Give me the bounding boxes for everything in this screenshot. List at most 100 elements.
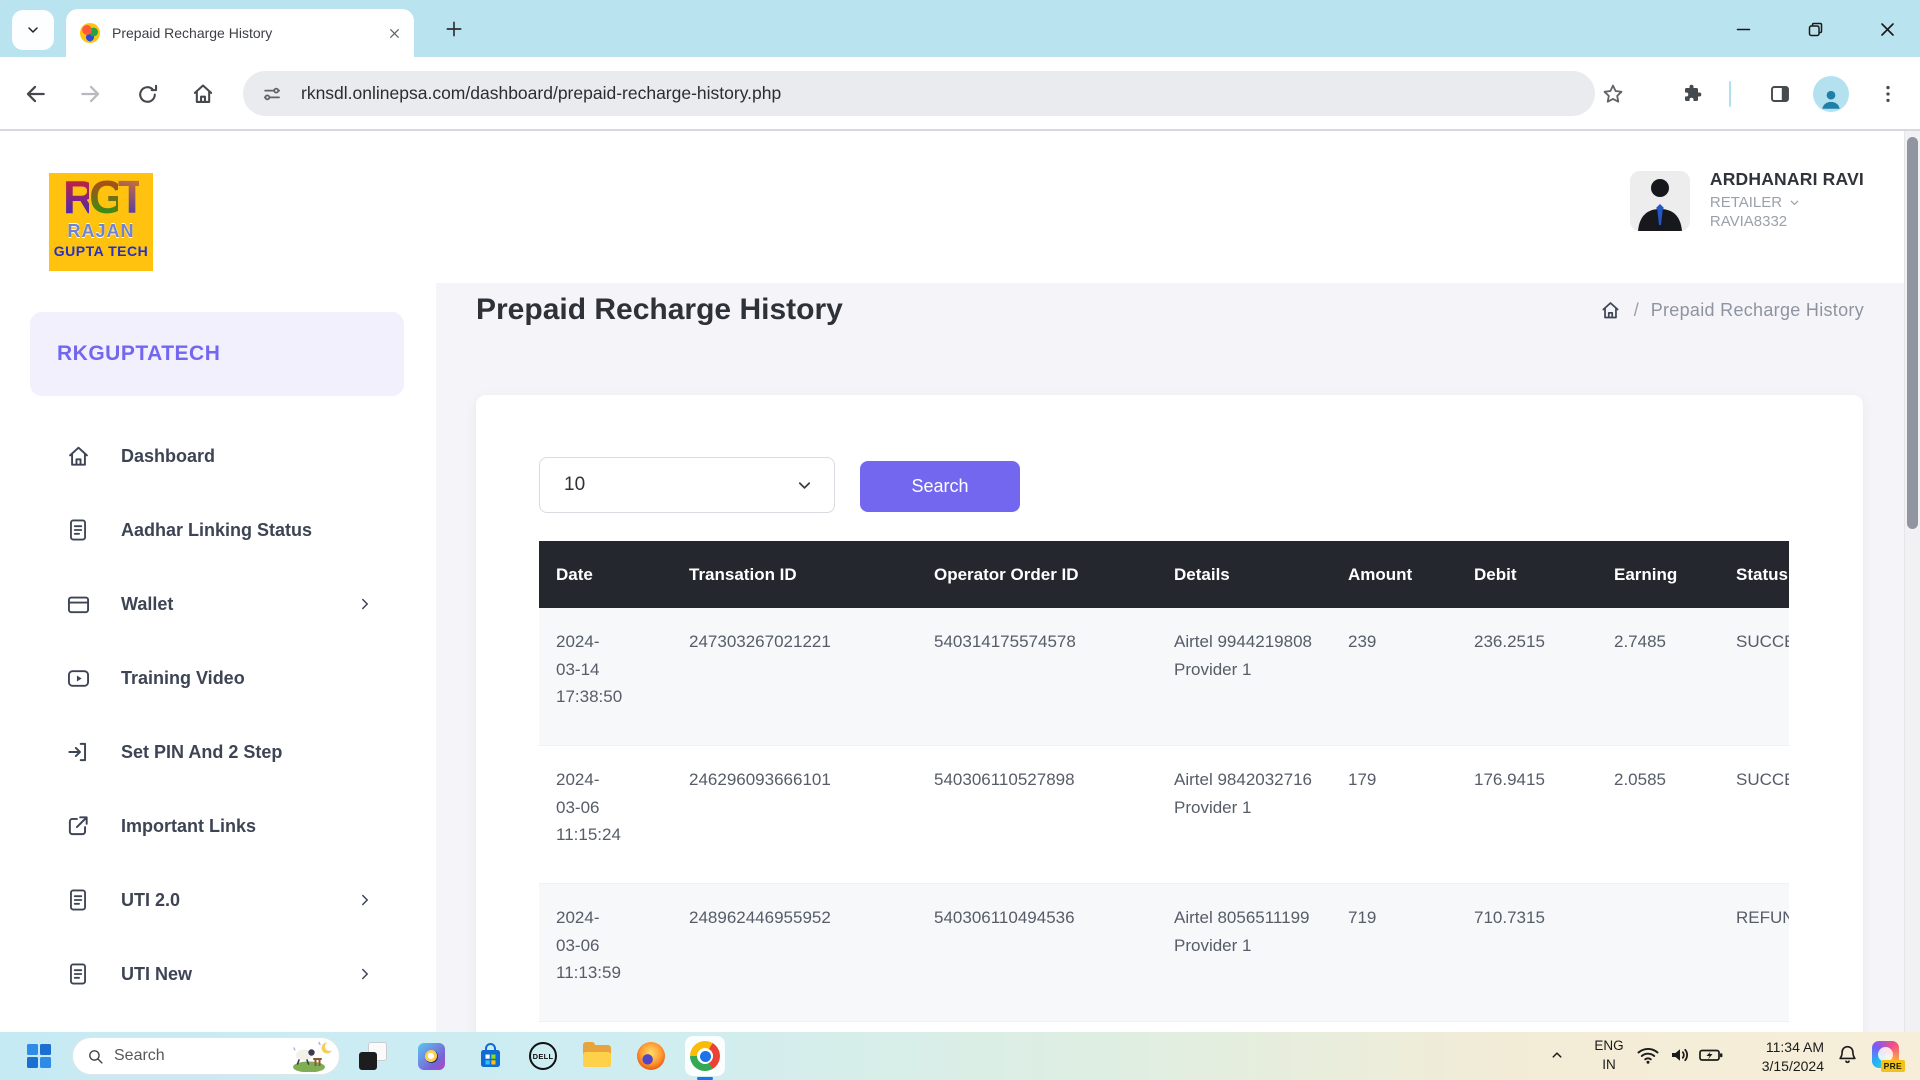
cell-earning: [1597, 904, 1719, 1009]
photos-app-icon[interactable]: [416, 1041, 446, 1071]
firefox-icon[interactable]: [636, 1041, 666, 1071]
folder-icon: [583, 1045, 611, 1067]
sidebar-item-dashboard[interactable]: Dashboard: [0, 419, 436, 493]
company-logo: RGT RAJAN GUPTA TECH: [49, 173, 153, 271]
window-restore-button[interactable]: [1802, 16, 1828, 42]
page-content: RGT RAJAN GUPTA TECH RKGUPTATECH Dashboa…: [0, 131, 1920, 1032]
copilot-preview-badge: PRE: [1881, 1060, 1905, 1072]
login-arrow-icon: [64, 738, 92, 766]
volume-status[interactable]: [1668, 1043, 1692, 1067]
history-card: 10 Search Date Transation ID Operator Or…: [476, 395, 1863, 1032]
sidebar-item-label: Dashboard: [121, 446, 215, 467]
wifi-status[interactable]: [1636, 1043, 1660, 1067]
bookmark-star-button[interactable]: [1597, 78, 1629, 110]
new-tab-button[interactable]: [440, 15, 468, 43]
photo-thumbnail-icon: [418, 1043, 445, 1070]
table-row: 2024-03-06 11:13:59 248962446955952 5403…: [539, 884, 1789, 1022]
microsoft-store-icon[interactable]: [475, 1041, 505, 1071]
taskbar-clock[interactable]: 11:34 AM 3/15/2024: [1724, 1038, 1824, 1076]
brand-badge[interactable]: RKGUPTATECH: [30, 312, 404, 396]
tab-search-button[interactable]: [12, 10, 54, 50]
home-button[interactable]: [188, 79, 218, 109]
side-panel-icon: [1768, 82, 1792, 106]
sidebar-item-training-video[interactable]: Training Video: [0, 641, 436, 715]
column-header-debit: Debit: [1457, 565, 1597, 585]
battery-status[interactable]: [1698, 1043, 1724, 1067]
window-close-button[interactable]: [1874, 16, 1900, 42]
page-scrollbar[interactable]: [1904, 131, 1920, 1032]
sidebar-item-wallet[interactable]: Wallet: [0, 567, 436, 641]
clock-date: 3/15/2024: [1724, 1057, 1824, 1076]
site-favicon: [80, 23, 100, 43]
cell-debit: 236.2515: [1457, 628, 1597, 733]
user-info: ARDHANARI RAVI RETAILER RAVIA8332: [1710, 169, 1864, 230]
cell-earning: 2.0585: [1597, 766, 1719, 871]
browser-tab[interactable]: Prepaid Recharge History: [66, 9, 414, 57]
tab-close-icon[interactable]: [384, 23, 404, 43]
extensions-button[interactable]: [1676, 78, 1708, 110]
sidebar-item-uti-new[interactable]: UTI New: [0, 937, 436, 1011]
table-row: 2024-03-06 11:15:24 246296093666101 5403…: [539, 746, 1789, 884]
reload-icon: [135, 82, 160, 107]
sidebar-item-aadhar-linking-status[interactable]: Aadhar Linking Status: [0, 493, 436, 567]
language-indicator[interactable]: ENG IN: [1588, 1037, 1630, 1075]
window-minimize-button[interactable]: [1730, 16, 1756, 42]
search-button[interactable]: Search: [860, 461, 1020, 512]
screen: Prepaid Recharge History: [0, 0, 1920, 1080]
side-panel-button[interactable]: [1764, 78, 1796, 110]
user-profile-menu[interactable]: ARDHANARI RAVI RETAILER RAVIA8332: [1630, 169, 1864, 231]
chevron-up-icon: [1548, 1046, 1566, 1064]
bing-daily-image: [289, 1040, 335, 1072]
cell-operator-order-id: 540306110494536: [917, 904, 1157, 1009]
url-bar[interactable]: rknsdl.onlinepsa.com/dashboard/prepaid-r…: [243, 71, 1595, 116]
puzzle-icon: [1680, 82, 1704, 106]
chrome-active-app[interactable]: [685, 1036, 725, 1076]
overlapping-windows-icon: [359, 1042, 387, 1070]
cell-amount: 239: [1331, 628, 1457, 733]
back-icon: [22, 81, 48, 107]
column-header-amount: Amount: [1331, 565, 1457, 585]
sidebar-item-label: Important Links: [121, 816, 256, 837]
browser-profile-button[interactable]: [1813, 76, 1849, 112]
language-line1: ENG: [1588, 1037, 1630, 1056]
site-settings-icon[interactable]: [261, 83, 283, 105]
sidebar-item-uti-2-0[interactable]: UTI 2.0: [0, 863, 436, 937]
reload-button[interactable]: [132, 79, 162, 109]
breadcrumb: / Prepaid Recharge History: [1599, 299, 1864, 322]
page-size-select[interactable]: 10: [539, 457, 835, 513]
back-button[interactable]: [20, 79, 50, 109]
cell-date: 2024-03-06 11:13:59: [539, 904, 672, 1009]
notifications-button[interactable]: [1836, 1043, 1859, 1066]
column-header-details: Details: [1157, 565, 1331, 585]
browser-toolbar: rknsdl.onlinepsa.com/dashboard/prepaid-r…: [0, 57, 1920, 131]
copilot-button[interactable]: PRE: [1872, 1041, 1899, 1068]
wifi-icon: [1636, 1043, 1660, 1067]
table-clip: Date Transation ID Operator Order ID Det…: [539, 541, 1789, 1022]
video-play-icon: [64, 664, 92, 692]
tab-title: Prepaid Recharge History: [112, 25, 384, 41]
user-avatar: [1630, 171, 1690, 231]
document-icon: [64, 886, 92, 914]
breadcrumb-separator: /: [1634, 300, 1639, 321]
task-view-app-icon[interactable]: [358, 1041, 388, 1071]
sidebar-item-label: Training Video: [121, 668, 245, 689]
tray-expand-button[interactable]: [1548, 1046, 1566, 1064]
taskbar-search-box[interactable]: Search: [72, 1037, 340, 1075]
file-explorer-icon[interactable]: [582, 1041, 612, 1071]
start-button[interactable]: [26, 1043, 52, 1074]
logo-line2: GUPTA TECH: [49, 243, 153, 259]
dell-app-icon[interactable]: DELL: [528, 1041, 558, 1071]
user-name: ARDHANARI RAVI: [1710, 169, 1864, 190]
browser-menu-button[interactable]: [1872, 78, 1904, 110]
url-text: rknsdl.onlinepsa.com/dashboard/prepaid-r…: [301, 83, 781, 104]
forward-button[interactable]: [76, 79, 106, 109]
breadcrumb-home-icon[interactable]: [1599, 299, 1622, 322]
scrollbar-thumb[interactable]: [1907, 137, 1918, 529]
dell-logo-icon: DELL: [529, 1042, 557, 1070]
copilot-icon: PRE: [1872, 1041, 1899, 1068]
sidebar-item-important-links[interactable]: Important Links: [0, 789, 436, 863]
sidebar-item-label: Set PIN And 2 Step: [121, 742, 282, 763]
chevron-right-icon: [356, 595, 374, 613]
cell-transation-id: 247303267021221: [672, 628, 917, 733]
sidebar-item-set-pin-and-2-step[interactable]: Set PIN And 2 Step: [0, 715, 436, 789]
